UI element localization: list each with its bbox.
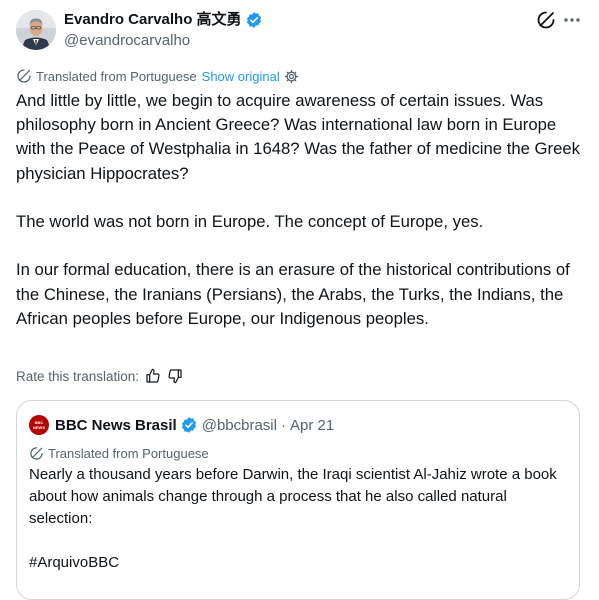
verified-badge-icon bbox=[181, 417, 196, 433]
quoted-translation-text: Translated from Portuguese bbox=[48, 445, 209, 461]
quoted-tweet-card[interactable]: BBC NEWS BBC News Brasil @bbcbrasil · Ap… bbox=[16, 400, 580, 600]
grok-translate-icon bbox=[30, 446, 43, 460]
author-display-name[interactable]: Evandro Carvalho 高文勇 bbox=[64, 10, 242, 30]
quoted-tweet-text: Nearly a thousand years before Darwin, t… bbox=[29, 466, 557, 571]
tweet-text: And little by little, we begin to acquir… bbox=[16, 91, 580, 328]
avatar-photo bbox=[16, 10, 56, 50]
rate-translation-label: Rate this translation: bbox=[16, 368, 140, 384]
grok-translate-icon bbox=[17, 69, 31, 83]
quoted-date[interactable]: Apr 21 bbox=[290, 417, 334, 434]
author-handle[interactable]: @evandrocarvalho bbox=[64, 31, 190, 51]
quoted-translation-notice: Translated from Portuguese bbox=[29, 443, 209, 463]
gear-icon[interactable] bbox=[284, 69, 299, 84]
translation-notice: Translated from Portuguese Show original bbox=[16, 66, 303, 86]
author-name-row[interactable]: Evandro Carvalho 高文勇 bbox=[64, 10, 263, 30]
verified-badge-icon bbox=[246, 12, 261, 28]
quoted-meta-separator: · bbox=[280, 416, 286, 434]
bbc-news-logo[interactable]: BBC NEWS bbox=[29, 415, 49, 435]
translation-notice-text: Translated from Portuguese bbox=[36, 68, 197, 84]
grok-icon[interactable] bbox=[536, 10, 556, 30]
rate-translation-row: Rate this translation: bbox=[16, 366, 183, 386]
more-options-icon[interactable] bbox=[561, 10, 583, 30]
show-original-link[interactable]: Show original bbox=[202, 69, 280, 84]
quoted-author-row: BBC News Brasil @bbcbrasil · Apr 21 bbox=[55, 415, 334, 435]
bbc-logo-text: BBC NEWS bbox=[33, 420, 45, 430]
thumbs-up-icon[interactable] bbox=[145, 368, 161, 384]
thumbs-down-icon[interactable] bbox=[167, 368, 183, 384]
quoted-author-handle[interactable]: @bbcbrasil bbox=[202, 417, 277, 434]
author-avatar[interactable] bbox=[16, 10, 56, 50]
quoted-author-name[interactable]: BBC News Brasil bbox=[55, 417, 177, 434]
